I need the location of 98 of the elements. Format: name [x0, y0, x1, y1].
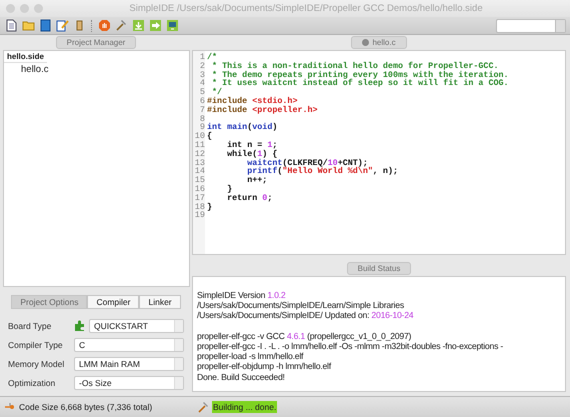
code-token: "Hello World %d\n"	[282, 166, 373, 176]
code-token: */	[212, 87, 222, 98]
code-token: <propeller.h>	[252, 104, 318, 115]
line-number: 10	[194, 132, 205, 141]
line-number: 13	[194, 158, 205, 168]
code-token: int main	[207, 122, 248, 132]
output-text: 1.0.2	[267, 290, 286, 300]
code-token: ) {	[262, 148, 278, 159]
tree-item[interactable]: hello.side	[4, 51, 47, 63]
code-token: }	[207, 202, 212, 212]
output-text: SimpleIDE Version	[197, 290, 266, 300]
code-token: 0	[262, 192, 268, 203]
code-token: ;	[272, 140, 278, 150]
options-tab[interactable]: Linker	[139, 295, 181, 309]
code-token: +CNT);	[338, 158, 368, 168]
line-number: 5	[198, 88, 205, 97]
line-number: 1	[198, 53, 205, 62]
monitor-icon[interactable]	[165, 18, 180, 33]
code-token: waitcnt	[247, 158, 282, 168]
line-number: 11	[194, 140, 205, 150]
field-label: Board Type	[8, 321, 52, 331]
line-number: 12	[194, 150, 205, 159]
output-text: propeller-elf-objdump -h lmm/hello.elf	[197, 361, 331, 372]
puzzle-piece-icon	[74, 320, 86, 332]
field-label: Optimization	[8, 378, 56, 388]
build-status-tab[interactable]: Build Status	[346, 262, 412, 275]
output-text: 4.6.1	[286, 330, 305, 341]
pane-tab[interactable]: Project Manager	[56, 36, 136, 49]
code-token: #include	[207, 104, 248, 115]
line-number: 17	[194, 194, 205, 203]
output-text: Done. Build Succeeded!	[197, 372, 285, 382]
line-number: 2	[198, 62, 205, 71]
dropdown[interactable]: QUICKSTART	[89, 319, 184, 333]
arrow-right-icon[interactable]	[148, 18, 163, 33]
new-file-icon[interactable]	[4, 18, 19, 33]
stop-icon[interactable]	[97, 18, 112, 33]
hammer-icon[interactable]	[114, 18, 129, 33]
line-number: 8	[198, 114, 205, 124]
build-status-text: Building ... done.	[212, 401, 278, 413]
tree-item[interactable]: hello.c	[4, 63, 52, 76]
port-dropdown[interactable]	[496, 18, 566, 32]
code-token: {	[207, 131, 212, 142]
code-size-text: Code Size 6,668 bytes (7,336 total)	[19, 402, 152, 412]
window-title: SimpleIDE /Users/sak/Documents/SimpleIDE/Propeller GCC Demos/hello/hello.side	[128, 3, 484, 14]
code-token: /*	[207, 52, 218, 62]
field-label: Memory Model	[8, 359, 66, 369]
output-text: propeller-elf-gcc -I . -L . -o lmm/hello.elf -Os -mlmm -m32bit-doubles -fno-exceptions -	[197, 340, 503, 351]
line-number: 7	[198, 106, 205, 115]
code-token: <stdio.h>	[252, 96, 298, 106]
plug-icon	[4, 402, 16, 412]
line-number: 18	[194, 202, 205, 212]
line-number: 3	[198, 70, 205, 80]
dropdown[interactable]: -Os Size	[74, 376, 184, 390]
close-icon[interactable]	[362, 39, 370, 46]
download-icon[interactable]	[131, 18, 146, 33]
dropdown[interactable]: C	[74, 338, 184, 352]
line-number: 19	[194, 211, 205, 220]
output-text: propeller-elf-gcc -v GCC	[197, 330, 286, 341]
output-text: /Users/sak/Documents/SimpleIDE/ Updated on:	[197, 310, 370, 320]
output-text: propeller-load -s lmm/hello.elf	[197, 351, 304, 362]
code-token: n++;	[246, 175, 268, 186]
code-token: ;	[267, 192, 272, 203]
line-number: 16	[194, 184, 205, 194]
code-token: 1	[257, 148, 262, 159]
code-token: while(	[226, 148, 258, 159]
code-editor[interactable]	[192, 50, 566, 255]
code-token: void	[252, 122, 272, 132]
line-number: 4	[198, 79, 205, 88]
code-token: , n);	[372, 166, 398, 176]
code-token: * This is a non-traditional hello demo for Propeller-GCC.	[211, 60, 498, 71]
code-token: return	[226, 192, 258, 203]
line-number: 6	[198, 96, 205, 106]
code-token: 1	[267, 140, 272, 150]
book-icon[interactable]	[38, 18, 53, 33]
hammer-icon	[197, 401, 209, 413]
edit-icon[interactable]	[55, 18, 70, 33]
line-number: 9	[200, 123, 205, 132]
line-number: 14	[194, 167, 205, 176]
output-text: 2016-10-24	[371, 310, 414, 320]
code-token: #include	[207, 96, 248, 106]
output-text: /Users/sak/Documents/SimpleIDE/Learn/Simple Libraries	[197, 300, 404, 310]
code-token: * The demo repeats printing every 100ms with the iteration.	[211, 70, 509, 80]
code-token: (	[247, 122, 252, 132]
code-token: (CLKFREQ/	[282, 158, 328, 168]
code-token: int n =	[226, 140, 264, 150]
output-text: (propellergcc_v1_0_0_2097)	[306, 330, 412, 341]
code-token: * It uses waitcnt instead of sleep so it will fit in a COG.	[211, 78, 509, 88]
code-token: )	[272, 122, 278, 132]
code-token: (	[277, 166, 282, 176]
dropdown[interactable]: LMM Main RAM	[74, 357, 184, 371]
field-label: Compiler Type	[8, 340, 64, 350]
editor-tab[interactable]: hello.c	[351, 36, 407, 49]
code-token: }	[226, 184, 232, 194]
options-tab[interactable]: Compiler	[87, 295, 140, 309]
line-number: 15	[194, 176, 205, 185]
options-tab[interactable]: Project Options	[11, 295, 88, 309]
code-token: 10	[328, 158, 338, 168]
code-token: printf	[246, 166, 278, 176]
